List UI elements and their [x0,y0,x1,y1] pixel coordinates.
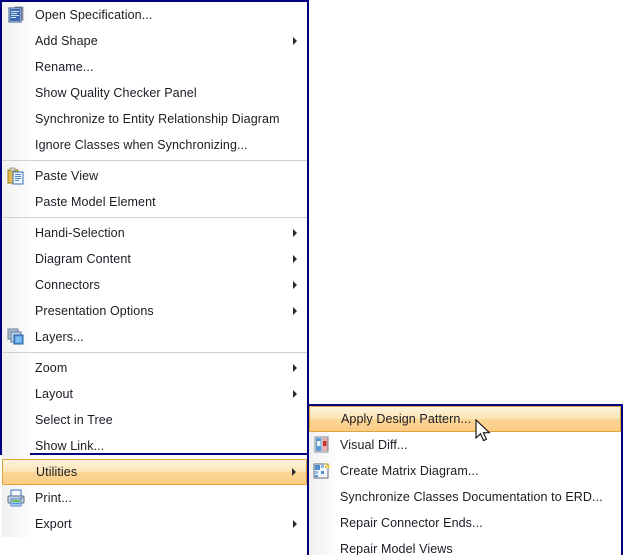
menu-item-rename[interactable]: Rename... [2,54,307,80]
menu-item-label: Paste Model Element [35,195,156,209]
menu-item-label: Synchronize to Entity Relationship Diagr… [35,112,280,126]
menu-item-synchronize-to-erd[interactable]: Synchronize to Entity Relationship Diagr… [2,106,307,132]
menu-item-layers[interactable]: Layers... [2,324,307,350]
chevron-right-icon [293,281,297,289]
specification-icon [6,5,26,25]
menu-item-label: Presentation Options [35,304,154,318]
menu-item-label: Select in Tree [35,413,113,427]
utilities-submenu[interactable]: Apply Design Pattern... Visual Diff... C… [307,404,623,555]
menu-item-paste-view[interactable]: Paste View [2,163,307,189]
menu-item-show-quality-checker-panel[interactable]: Show Quality Checker Panel [2,80,307,106]
screen: Open Specification... Add Shape Rename..… [0,0,623,555]
menu-item-label: Rename... [35,60,94,74]
menu-item-label: Ignore Classes when Synchronizing... [35,138,248,152]
diagram-context-menu[interactable]: Open Specification... Add Shape Rename..… [0,0,309,537]
menu-item-diagram-content[interactable]: Diagram Content [2,246,307,272]
submenu-item-create-matrix-diagram[interactable]: Create Matrix Diagram... [309,458,621,484]
layers-icon [6,327,26,347]
menu-item-label: Repair Connector Ends... [340,516,483,530]
submenu-item-repair-connector-ends[interactable]: Repair Connector Ends... [309,510,621,536]
submenu-item-apply-design-pattern[interactable]: Apply Design Pattern... [309,406,621,432]
menu-item-label: Connectors [35,278,100,292]
chevron-right-icon [293,255,297,263]
menu-item-print[interactable]: Print... [2,485,307,511]
menu-item-label: Zoom [35,361,68,375]
menu-item-handi-selection[interactable]: Handi-Selection [2,220,307,246]
menu-item-label: Layout [35,387,74,401]
chevron-right-icon [293,390,297,398]
menu-item-add-shape[interactable]: Add Shape [2,28,307,54]
menu-item-utilities[interactable]: Utilities [2,459,307,485]
menu-item-connectors[interactable]: Connectors [2,272,307,298]
menu-item-label: Diagram Content [35,252,131,266]
chevron-right-icon [293,307,297,315]
menu-item-label: Add Shape [35,34,98,48]
menu-item-label: Create Matrix Diagram... [340,464,479,478]
context-menu-body: Open Specification... Add Shape Rename..… [2,2,307,537]
menu-item-zoom[interactable]: Zoom [2,355,307,381]
menu-item-label: Utilities [36,465,78,479]
submenu-item-synchronize-classes-documentation-to-erd[interactable]: Synchronize Classes Documentation to ERD… [309,484,621,510]
submenu-item-visual-diff[interactable]: Visual Diff... [309,432,621,458]
submenu-item-repair-model-views[interactable]: Repair Model Views [309,536,621,555]
submenu-body: Apply Design Pattern... Visual Diff... C… [309,406,621,555]
chevron-right-icon [293,37,297,45]
clipboard-paste-icon [6,166,26,186]
menu-item-layout[interactable]: Layout [2,381,307,407]
menu-item-select-in-tree[interactable]: Select in Tree [2,407,307,433]
menu-item-open-specification[interactable]: Open Specification... [2,2,307,28]
menu-item-label: Handi-Selection [35,226,125,240]
matrix-diagram-icon [312,461,332,481]
menu-item-export[interactable]: Export [2,511,307,537]
chevron-right-icon [293,229,297,237]
menu-separator [2,217,307,218]
menu-item-label: Apply Design Pattern... [341,412,472,426]
menu-item-label: Show Quality Checker Panel [35,86,197,100]
chevron-right-icon [293,364,297,372]
menu-item-label: Show Link... [35,439,105,453]
menu-item-ignore-classes-when-synchronizing[interactable]: Ignore Classes when Synchronizing... [2,132,307,158]
menu-separator [2,352,307,353]
printer-icon [6,488,26,508]
menu-item-label: Export [35,517,72,531]
menu-item-label: Synchronize Classes Documentation to ERD… [340,490,603,504]
visual-diff-icon [312,435,332,455]
menu-item-presentation-options[interactable]: Presentation Options [2,298,307,324]
menu-separator [2,160,307,161]
menu-item-paste-model-element[interactable]: Paste Model Element [2,189,307,215]
chevron-right-icon [292,468,296,476]
menu-item-label: Repair Model Views [340,542,453,555]
menu-item-show-link[interactable]: Show Link... [2,433,307,459]
chevron-right-icon [293,520,297,528]
